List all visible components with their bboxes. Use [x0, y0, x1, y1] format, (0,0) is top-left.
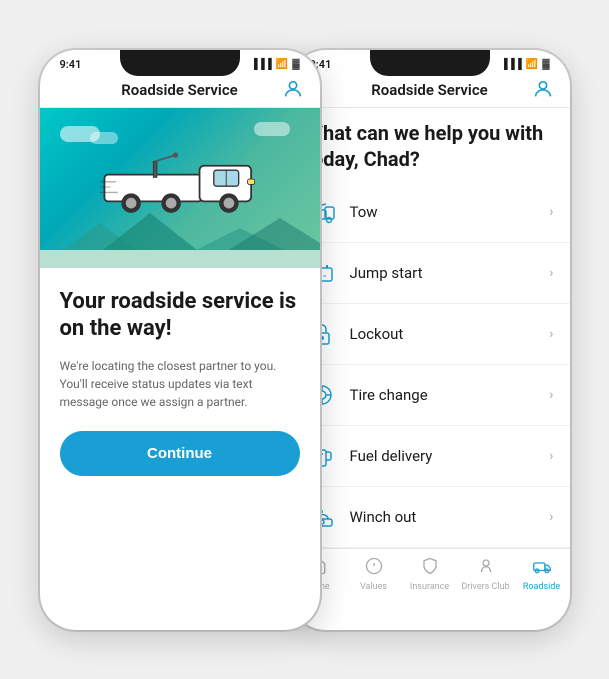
cloud-3 [254, 122, 290, 136]
nav-item-drivers-club[interactable]: Drivers Club [458, 555, 514, 594]
lockout-chevron: › [549, 326, 553, 342]
nav-item-roadside[interactable]: Roadside [514, 555, 570, 594]
tow-chevron: › [549, 204, 553, 220]
right-wifi-icon: 📶 [526, 59, 538, 70]
bottom-nav: Home Values Insurance [290, 548, 570, 598]
values-nav-icon [365, 557, 383, 580]
main-heading: Your roadside service is on the way! [60, 288, 300, 343]
right-battery-icon: ▓ [542, 59, 549, 70]
fuel-delivery-label: Fuel delivery [350, 447, 550, 465]
left-profile-icon[interactable] [282, 78, 304, 104]
left-notch [120, 50, 240, 76]
service-item-lockout[interactable]: Lockout › [290, 304, 570, 365]
service-item-fuel-delivery[interactable]: Fuel delivery › [290, 426, 570, 487]
left-header-title: Roadside Service [121, 81, 237, 99]
nav-roadside-label: Roadside [523, 582, 560, 592]
scene: 9:41 ▐▐▐ 📶 ▓ Roadside Service [0, 0, 609, 679]
right-profile-icon[interactable] [532, 78, 554, 104]
service-item-winch-out[interactable]: Winch out › [290, 487, 570, 548]
left-phone: 9:41 ▐▐▐ 📶 ▓ Roadside Service [40, 50, 320, 630]
battery-icon: ▓ [292, 59, 299, 70]
right-header-title: Roadside Service [371, 81, 487, 99]
left-app-header: Roadside Service [40, 75, 320, 108]
nav-item-values[interactable]: Values [346, 555, 402, 594]
tow-label: Tow [350, 203, 550, 221]
service-list: Tow › + - Jump start › [290, 182, 570, 548]
nav-insurance-label: Insurance [410, 582, 449, 592]
continue-button[interactable]: Continue [60, 431, 300, 476]
right-phone: 9:41 ▐▐▐ 📶 ▓ Roadside Service What can w… [290, 50, 570, 630]
right-app-header: Roadside Service [290, 75, 570, 108]
lockout-label: Lockout [350, 325, 550, 343]
winch-out-chevron: › [549, 509, 553, 525]
service-item-jump-start[interactable]: + - Jump start › [290, 243, 570, 304]
jump-start-chevron: › [549, 265, 553, 281]
drivers-club-nav-icon [477, 557, 495, 580]
service-item-tow[interactable]: Tow › [290, 182, 570, 243]
tire-change-label: Tire change [350, 386, 550, 404]
fuel-delivery-chevron: › [549, 448, 553, 464]
nav-values-label: Values [360, 582, 387, 592]
nav-drivers-club-label: Drivers Club [461, 582, 509, 592]
roadside-nav-icon [533, 557, 551, 580]
service-item-tire-change[interactable]: Tire change › [290, 365, 570, 426]
wifi-icon: 📶 [276, 59, 288, 70]
sub-text: We're locating the closest partner to yo… [60, 357, 300, 411]
nav-item-insurance[interactable]: Insurance [402, 555, 458, 594]
right-status-icons: ▐▐▐ 📶 ▓ [500, 59, 549, 70]
winch-out-label: Winch out [350, 508, 550, 526]
jump-start-label: Jump start [350, 264, 550, 282]
left-status-icons: ▐▐▐ 📶 ▓ [250, 59, 299, 70]
truck-svg [100, 143, 260, 233]
left-content: Your roadside service is on the way! We'… [40, 268, 320, 492]
signal-icon: ▐▐▐ [250, 59, 271, 70]
right-notch [370, 50, 490, 76]
right-signal-icon: ▐▐▐ [500, 59, 521, 70]
road [40, 250, 320, 268]
insurance-nav-icon [421, 557, 439, 580]
greeting-text: What can we help you with today, Chad? [290, 108, 570, 182]
svg-text:-: - [323, 272, 327, 282]
hero-image [40, 108, 320, 268]
tire-change-chevron: › [549, 387, 553, 403]
left-time: 9:41 [60, 58, 82, 71]
